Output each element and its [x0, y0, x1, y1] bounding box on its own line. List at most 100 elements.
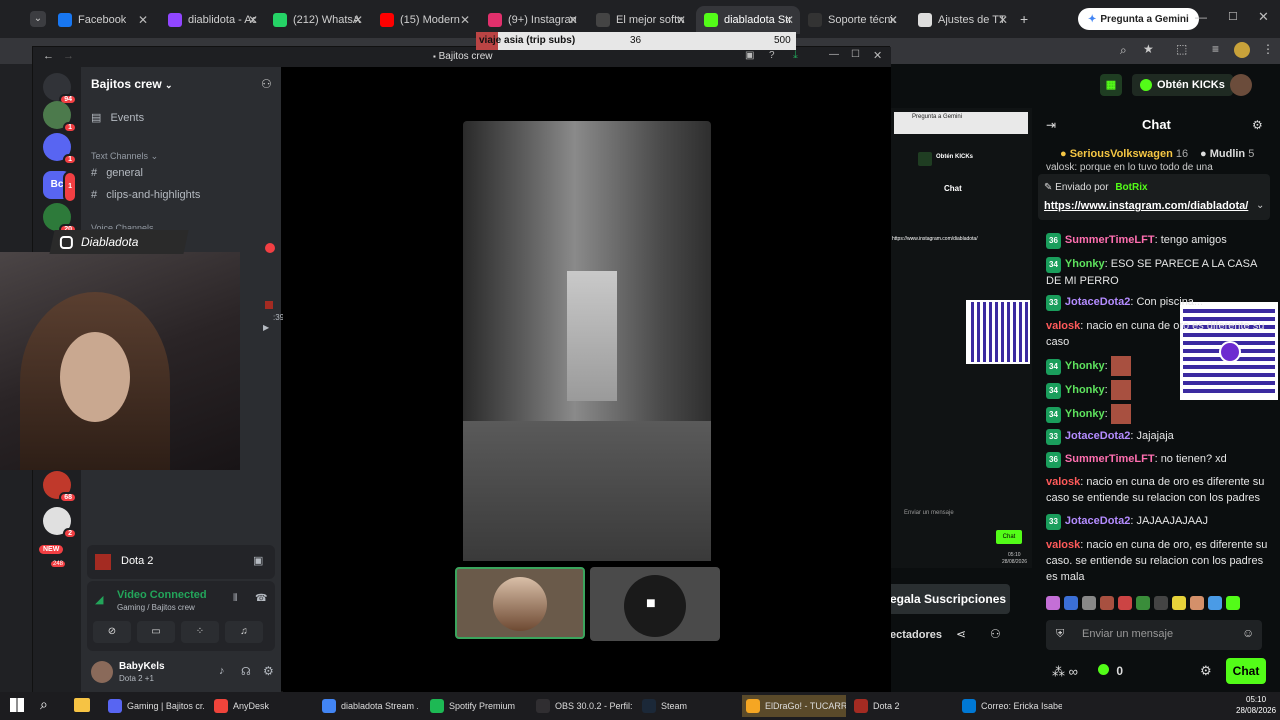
gift-subs-button[interactable]: egala Suscripciones [890, 584, 1010, 614]
discord-close-button[interactable]: ✕ [873, 49, 882, 62]
download-icon[interactable]: ⤓ [793, 49, 798, 62]
menu-icon[interactable]: ⋮ [1262, 42, 1274, 56]
discord-minimize-button[interactable]: — [829, 49, 839, 60]
new-tab-button[interactable]: + [1020, 11, 1028, 27]
help-icon[interactable]: ? [769, 50, 775, 61]
file-explorer-icon[interactable] [74, 698, 90, 712]
camera-off-button[interactable]: ⊘ [93, 621, 131, 643]
back-arrow-icon[interactable]: ← [43, 50, 54, 62]
taskbar-app[interactable]: diabladota Stream ... [318, 695, 418, 717]
channel-clips[interactable]: # clips-and-highlights [91, 189, 200, 201]
discord-maximize-button[interactable]: ☐ [851, 49, 860, 60]
channel-general[interactable]: # general [91, 167, 143, 179]
server-icon-3[interactable]: 20 [43, 203, 77, 235]
browser-tab[interactable]: Facebook ✕ [50, 6, 154, 34]
chat-username[interactable]: JotaceDota2 [1065, 515, 1130, 527]
tab-close-icon[interactable]: ✕ [138, 13, 148, 27]
participant-tile-2[interactable]: ■ [590, 567, 720, 641]
chat-username[interactable]: valosk [1046, 476, 1080, 488]
extensions-icon[interactable]: ⬚ [1176, 42, 1187, 56]
chat-username[interactable]: Yhonky [1065, 408, 1105, 420]
inbox-icon[interactable]: ▣ [745, 50, 754, 61]
events-item[interactable]: ▤ Events [91, 111, 144, 124]
taskbar-app[interactable]: Steam [638, 695, 734, 717]
taskbar-app[interactable]: Correo: Ericka Isabe... [958, 695, 1062, 717]
chat-username[interactable]: Yhonky [1065, 384, 1105, 396]
tab-close-icon[interactable]: ✕ [248, 13, 258, 27]
maximize-button[interactable]: ☐ [1228, 10, 1238, 23]
zoom-icon[interactable]: ⌕ [1120, 43, 1127, 58]
user-avatar[interactable] [1230, 74, 1252, 96]
browser-tab[interactable]: Ajustes de TTS d✕ [910, 6, 1014, 34]
participant-tile-1[interactable] [455, 567, 585, 639]
chat-username[interactable]: valosk [1046, 320, 1080, 332]
emoji-icon[interactable]: ☺ [1242, 626, 1254, 640]
server-icon-4[interactable]: 68 [43, 471, 77, 503]
server-icon-1[interactable]: 1 [43, 101, 77, 133]
browser-tab[interactable]: (9+) Instagram ✕ [480, 6, 584, 34]
chat-username[interactable]: SummerTimeLFT [1065, 453, 1155, 465]
tab-close-icon[interactable]: ✕ [676, 13, 686, 27]
windows-start-icon[interactable] [10, 698, 24, 712]
server-icon-2[interactable]: 1 [43, 133, 77, 165]
tab-close-icon[interactable]: ✕ [998, 13, 1008, 27]
tab-close-icon[interactable]: ✕ [460, 13, 470, 27]
share-icon[interactable]: ⋖ [956, 627, 966, 641]
chat-username[interactable]: JotaceDota2 [1065, 296, 1130, 308]
main-video-feed[interactable] [463, 121, 711, 561]
gemini-button[interactable]: ✦ Pregunta a Gemini [1078, 8, 1199, 30]
disconnect-icon[interactable]: ☎ [255, 593, 267, 604]
taskbar-app[interactable]: Dota 2 [850, 695, 950, 717]
collapse-chat-icon[interactable]: ⇥ [1046, 118, 1056, 132]
mic-icon[interactable]: ♪ [219, 665, 225, 677]
browser-tab[interactable]: Soporte técnico✕ [800, 6, 904, 34]
reading-list-icon[interactable]: ≡ [1212, 42, 1219, 56]
kick-logo-button[interactable]: ▦ [1100, 74, 1122, 96]
voice-status[interactable]: Video Connected [117, 589, 207, 601]
get-kicks-button[interactable]: Obtén KICKs [1132, 74, 1233, 96]
chat-username[interactable]: valosk [1046, 539, 1080, 551]
tab-close-icon[interactable]: ✕ [568, 13, 578, 27]
chat-username[interactable]: JotaceDota2 [1065, 430, 1130, 442]
tab-close-icon[interactable]: ✕ [888, 13, 898, 27]
close-window-button[interactable]: ✕ [1258, 9, 1269, 25]
chat-username[interactable]: Yhonky [1065, 360, 1105, 372]
taskbar-date[interactable]: 28/08/2026 [1236, 706, 1276, 715]
bookmark-star-icon[interactable]: ★ [1143, 42, 1154, 56]
chat-settings-icon[interactable]: ⚙ [1252, 118, 1263, 132]
invite-user-icon[interactable]: ⚇ [261, 77, 272, 91]
tab-close-icon[interactable]: ✕ [353, 13, 363, 27]
pinned-link[interactable]: https://www.instagram.com/diabladota/ [1044, 200, 1248, 212]
browser-tab[interactable]: diablidota - Adm✕ [160, 6, 264, 34]
voice-channels-header[interactable]: Voice Channels [91, 223, 154, 229]
search-icon[interactable]: ⌕ [40, 696, 48, 713]
user-settings-icon[interactable]: ⚙ [263, 664, 274, 678]
text-channels-header[interactable]: Text Channels ⌄ [91, 151, 158, 162]
taskbar-time[interactable]: 05:10 [1246, 695, 1266, 704]
server-icon-5[interactable]: 2 [43, 507, 77, 539]
browser-tab[interactable]: (15) Modern ✕ [372, 6, 476, 34]
headphones-icon[interactable]: ☊ [241, 665, 251, 678]
browser-tab[interactable]: diabladota Strea✕ [696, 6, 800, 34]
tab-search-button[interactable]: ⌄ [30, 11, 46, 27]
chat-input-box[interactable]: ⛨ Enviar un mensaje ☺ [1046, 620, 1262, 650]
tab-close-icon[interactable]: ✕ [784, 13, 794, 27]
taskbar-app[interactable]: AnyDesk [210, 695, 310, 717]
pinned-expand-icon[interactable]: ⌄ [1256, 200, 1264, 211]
activity-overlay-icon[interactable]: ▣ [253, 554, 263, 567]
server-icon-bajitos[interactable]: Bc 1 [43, 171, 77, 203]
chat-username[interactable]: SummerTimeLFT [1065, 234, 1155, 246]
browser-tab[interactable]: El mejor software✕ [588, 6, 692, 34]
user-avatar[interactable] [91, 661, 113, 683]
soundboard-button[interactable]: ♫ [225, 621, 263, 643]
taskbar-app[interactable]: ElDraGo! - TUCARR... [742, 695, 846, 717]
emote-strip[interactable] [1046, 596, 1268, 612]
taskbar-app[interactable]: Spotify Premium [426, 695, 526, 717]
activities-button[interactable]: ⁘ [181, 621, 219, 643]
profile-avatar[interactable] [1234, 42, 1250, 58]
send-chat-button[interactable]: Chat [1226, 658, 1266, 684]
chat-username[interactable]: Yhonky [1065, 258, 1105, 270]
screen-share-button[interactable]: ▭ [137, 621, 175, 643]
forward-arrow-icon[interactable]: → [63, 50, 74, 62]
taskbar-app[interactable]: Gaming | Bajitos cr... [104, 695, 204, 717]
